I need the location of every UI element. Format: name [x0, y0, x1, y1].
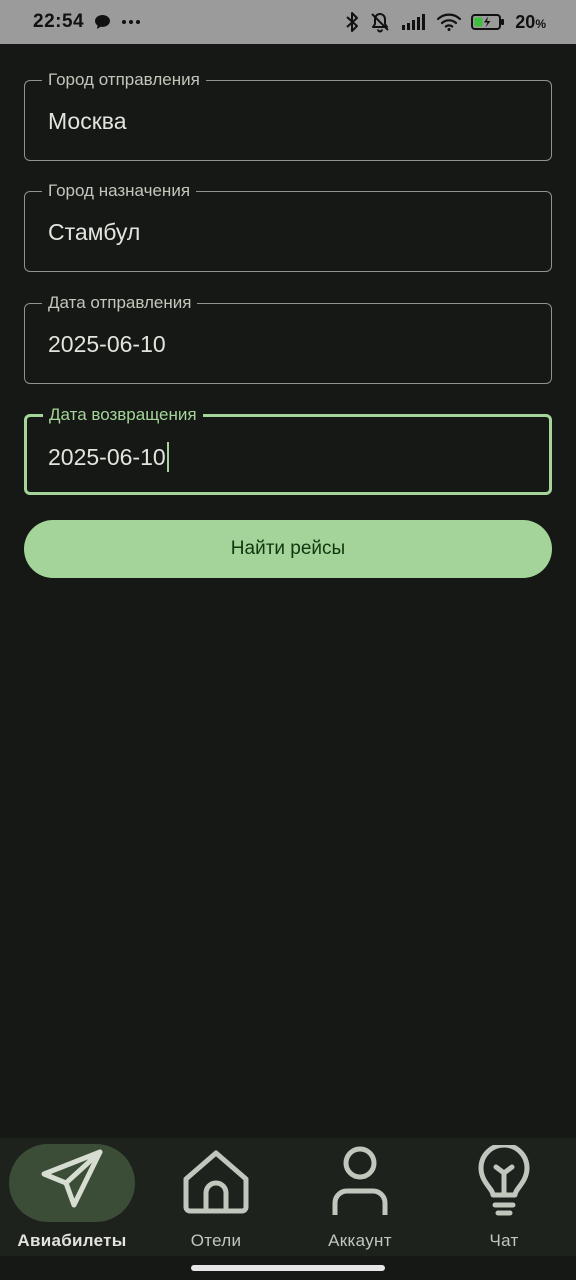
nav-item-chat[interactable]: Чат	[432, 1138, 576, 1256]
bottom-navigation: Авиабилеты Отели Аккаунт Чат	[0, 1138, 576, 1256]
nav-item-hotels[interactable]: Отели	[144, 1138, 288, 1256]
nav-label-hotels: Отели	[190, 1231, 242, 1250]
nav-item-flights[interactable]: Авиабилеты	[0, 1138, 144, 1256]
more-dots-icon	[121, 19, 141, 25]
gesture-handle[interactable]	[191, 1265, 385, 1271]
return-date-value: 2025-06-10	[48, 444, 166, 470]
lightbulb-icon	[476, 1142, 532, 1222]
bell-muted-icon	[369, 11, 391, 33]
chat-bubble-icon	[94, 14, 111, 30]
status-left: 22:54	[33, 11, 141, 33]
wifi-icon	[437, 13, 462, 31]
text-caret	[166, 442, 169, 472]
origin-city-label: Город отправления	[42, 69, 206, 91]
nav-item-account[interactable]: Аккаунт	[288, 1138, 432, 1256]
origin-city-field[interactable]: Город отправления Москва	[24, 69, 552, 161]
signal-icon	[401, 13, 427, 31]
paper-plane-icon	[37, 1146, 107, 1221]
battery-percent: 20%	[515, 11, 546, 32]
gesture-area	[0, 1256, 576, 1280]
origin-city-value[interactable]: Москва	[48, 107, 127, 135]
nav-label-flights: Авиабилеты	[17, 1231, 127, 1250]
departure-date-value[interactable]: 2025-06-10	[48, 330, 166, 358]
search-form: Город отправления Москва Город назначени…	[0, 44, 576, 1138]
nav-icon-wrap	[153, 1144, 279, 1222]
destination-city-field[interactable]: Город назначения Стамбул	[24, 180, 552, 272]
nav-label-account: Аккаунт	[328, 1231, 392, 1250]
nav-label-chat: Чат	[489, 1231, 519, 1250]
departure-date-label: Дата отправления	[42, 292, 198, 314]
status-right: 20%	[345, 11, 546, 33]
person-icon	[330, 1145, 390, 1222]
return-date-input[interactable]: 2025-06-10	[48, 442, 169, 472]
destination-city-value[interactable]: Стамбул	[48, 218, 140, 246]
status-bar: 22:54 20%	[0, 0, 576, 44]
destination-city-label: Город назначения	[42, 180, 197, 202]
bluetooth-icon	[345, 11, 359, 33]
nav-active-indicator	[9, 1144, 135, 1222]
nav-icon-wrap	[297, 1144, 423, 1222]
departure-date-field[interactable]: Дата отправления 2025-06-10	[24, 292, 552, 384]
search-flights-button[interactable]: Найти рейсы	[24, 520, 552, 578]
return-date-label: Дата возвращения	[43, 404, 203, 426]
nav-icon-wrap	[441, 1142, 567, 1222]
return-date-field[interactable]: Дата возвращения 2025-06-10	[24, 404, 552, 495]
battery-charging-icon	[471, 13, 505, 31]
home-icon	[180, 1145, 252, 1222]
status-time: 22:54	[33, 11, 85, 32]
